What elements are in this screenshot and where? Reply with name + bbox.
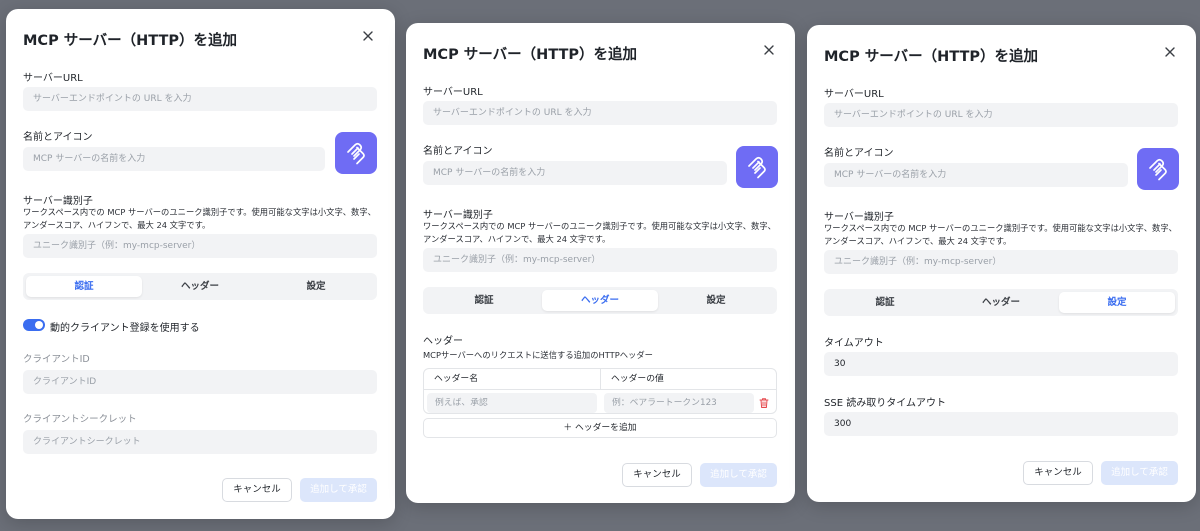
tab-headers[interactable]: ヘッダー bbox=[542, 290, 658, 311]
cancel-button[interactable]: キャンセル bbox=[222, 478, 292, 502]
identifier-label: サーバー識別子 bbox=[23, 196, 93, 207]
settings-tabs: 認証 ヘッダー 設定 bbox=[824, 289, 1178, 316]
add-and-authorize-button[interactable]: 追加して承認 bbox=[300, 478, 377, 502]
close-icon[interactable] bbox=[361, 29, 375, 43]
tab-auth[interactable]: 認証 bbox=[26, 276, 142, 297]
dynamic-client-toggle[interactable] bbox=[23, 319, 45, 331]
server-url-label: サーバーURL bbox=[23, 73, 83, 84]
dialog-title: MCP サーバー（HTTP）を追加 bbox=[423, 47, 637, 63]
name-icon-label: 名前とアイコン bbox=[423, 146, 493, 157]
name-icon-label: 名前とアイコン bbox=[23, 132, 93, 143]
header-name-column: ヘッダー名 bbox=[434, 374, 478, 384]
cancel-button[interactable]: キャンセル bbox=[622, 463, 692, 487]
settings-tabs: 認証 ヘッダー 設定 bbox=[423, 287, 777, 314]
identifier-help-text: ワークスペース内での MCP サーバーのユニーク識別子です。使用可能な文字は小文… bbox=[423, 221, 776, 244]
mcp-logo-icon[interactable] bbox=[736, 146, 778, 188]
server-url-label: サーバーURL bbox=[824, 89, 884, 100]
identifier-help-text: ワークスペース内での MCP サーバーのユニーク識別子です。使用可能な文字は小文… bbox=[23, 207, 376, 230]
name-icon-label: 名前とアイコン bbox=[824, 148, 894, 159]
client-secret-label: クライアントシークレット bbox=[23, 414, 137, 425]
tab-headers[interactable]: ヘッダー bbox=[943, 292, 1059, 313]
tab-settings[interactable]: 設定 bbox=[258, 276, 374, 297]
add-mcp-server-dialog-headers: MCP サーバー（HTTP）を追加 サーバーURL サーバーエンドポイントの U… bbox=[406, 23, 795, 503]
client-id-input[interactable]: クライアントID bbox=[23, 370, 377, 394]
sse-timeout-label: SSE 読み取りタイムアウト bbox=[824, 398, 946, 409]
headers-table: ヘッダー名 ヘッダーの値 例えば、承認 例：ベアラートークン123 bbox=[423, 368, 777, 414]
tab-settings[interactable]: 設定 bbox=[1059, 292, 1175, 313]
headers-help-text: MCPサーバーへのリクエストに送信する追加のHTTPヘッダー bbox=[423, 350, 653, 360]
server-url-input[interactable]: サーバーエンドポイントの URL を入力 bbox=[423, 101, 777, 125]
server-url-label: サーバーURL bbox=[423, 87, 483, 98]
identifier-label: サーバー識別子 bbox=[423, 210, 493, 221]
sse-timeout-input[interactable]: 300 bbox=[824, 412, 1178, 436]
tab-headers[interactable]: ヘッダー bbox=[142, 276, 258, 297]
close-icon[interactable] bbox=[762, 43, 776, 57]
client-id-label: クライアントID bbox=[23, 354, 90, 365]
identifier-label: サーバー識別子 bbox=[824, 212, 894, 223]
add-mcp-server-dialog-auth: MCP サーバー（HTTP）を追加 サーバーURL サーバーエンドポイントの U… bbox=[6, 9, 395, 519]
add-and-authorize-button[interactable]: 追加して承認 bbox=[700, 463, 777, 487]
header-name-input[interactable]: 例えば、承認 bbox=[427, 393, 597, 413]
identifier-input[interactable]: ユニーク識別子（例：my-mcp-server） bbox=[824, 250, 1178, 274]
tab-auth[interactable]: 認証 bbox=[426, 290, 542, 311]
identifier-input[interactable]: ユニーク識別子（例：my-mcp-server） bbox=[423, 248, 777, 272]
close-icon[interactable] bbox=[1163, 45, 1177, 59]
timeout-input[interactable]: 30 bbox=[824, 352, 1178, 376]
add-and-authorize-button[interactable]: 追加して承認 bbox=[1101, 461, 1178, 485]
dialog-title: MCP サーバー（HTTP）を追加 bbox=[824, 49, 1038, 65]
mcp-logo-icon[interactable] bbox=[335, 132, 377, 174]
timeout-label: タイムアウト bbox=[824, 338, 884, 349]
server-url-input[interactable]: サーバーエンドポイントの URL を入力 bbox=[23, 87, 377, 111]
mcp-logo-icon[interactable] bbox=[1137, 148, 1179, 190]
server-name-input[interactable]: MCP サーバーの名前を入力 bbox=[23, 147, 325, 171]
trash-icon[interactable] bbox=[758, 397, 770, 409]
server-url-input[interactable]: サーバーエンドポイントの URL を入力 bbox=[824, 103, 1178, 127]
server-name-input[interactable]: MCP サーバーの名前を入力 bbox=[423, 161, 727, 185]
header-value-input[interactable]: 例：ベアラートークン123 bbox=[604, 393, 754, 413]
add-header-button[interactable]: ＋ ヘッダーを追加 bbox=[423, 418, 777, 438]
identifier-input[interactable]: ユニーク識別子（例：my-mcp-server） bbox=[23, 234, 377, 258]
headers-section-label: ヘッダー bbox=[423, 336, 463, 347]
settings-tabs: 認証 ヘッダー 設定 bbox=[23, 273, 377, 300]
dynamic-client-label: 動的クライアント登録を使用する bbox=[50, 323, 200, 334]
tab-settings[interactable]: 設定 bbox=[658, 290, 774, 311]
client-secret-input[interactable]: クライアントシークレット bbox=[23, 430, 377, 454]
dialog-title: MCP サーバー（HTTP）を追加 bbox=[23, 33, 237, 49]
tab-auth[interactable]: 認証 bbox=[827, 292, 943, 313]
cancel-button[interactable]: キャンセル bbox=[1023, 461, 1093, 485]
server-name-input[interactable]: MCP サーバーの名前を入力 bbox=[824, 163, 1128, 187]
identifier-help-text: ワークスペース内での MCP サーバーのユニーク識別子です。使用可能な文字は小文… bbox=[824, 223, 1177, 246]
add-mcp-server-dialog-settings: MCP サーバー（HTTP）を追加 サーバーURL サーバーエンドポイントの U… bbox=[807, 25, 1196, 502]
header-value-column: ヘッダーの値 bbox=[611, 374, 664, 384]
